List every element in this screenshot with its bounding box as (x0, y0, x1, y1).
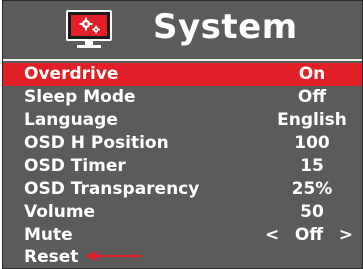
menu-item-label: OSD H Position (24, 133, 169, 153)
monitor-gear-icon (66, 10, 112, 48)
menu-item-mute[interactable]: Mute < Off > (3, 224, 362, 247)
menu-item-label: Volume (24, 202, 96, 222)
menu-item-value: 25% (291, 179, 333, 199)
menu-item-osd-h-position[interactable]: OSD H Position 100 (3, 132, 362, 155)
chevron-right-icon[interactable]: > (339, 224, 353, 247)
menu-item-value: English (277, 110, 347, 130)
menu-item-label: OSD Transparency (24, 179, 200, 199)
menu-item-label: OSD Timer (24, 156, 126, 176)
arrow-left-icon (85, 251, 142, 261)
menu-item-reset[interactable]: Reset (3, 247, 362, 267)
menu-item-osd-transparency[interactable]: OSD Transparency 25% (3, 178, 362, 201)
menu-item-value: 50 (300, 202, 324, 222)
mute-value: Off (294, 225, 324, 245)
mute-selector[interactable]: < Off > (265, 224, 353, 247)
menu-item-overdrive[interactable]: Overdrive On (3, 63, 362, 86)
menu-item-language[interactable]: Language English (3, 109, 362, 132)
osd-menu-panel: System Overdrive On Sleep Mode Off Langu… (2, 0, 363, 269)
menu-item-value: 100 (294, 133, 330, 153)
settings-list: Overdrive On Sleep Mode Off Language Eng… (3, 63, 362, 247)
page-title: System (153, 7, 298, 47)
menu-item-label: Reset (24, 247, 79, 267)
menu-item-volume[interactable]: Volume 50 (3, 201, 362, 224)
menu-item-value: Off (297, 87, 327, 107)
menu-item-sleep-mode[interactable]: Sleep Mode Off (3, 86, 362, 109)
menu-item-label: Mute (24, 225, 73, 245)
menu-item-label: Sleep Mode (24, 87, 136, 107)
menu-item-osd-timer[interactable]: OSD Timer 15 (3, 155, 362, 178)
menu-item-label: Overdrive (24, 64, 119, 84)
menu-item-value: On (298, 64, 326, 84)
osd-header: System (3, 1, 362, 57)
menu-item-value: 15 (300, 156, 324, 176)
chevron-left-icon[interactable]: < (265, 224, 279, 247)
menu-item-label: Language (24, 110, 118, 130)
header-divider (3, 59, 362, 61)
